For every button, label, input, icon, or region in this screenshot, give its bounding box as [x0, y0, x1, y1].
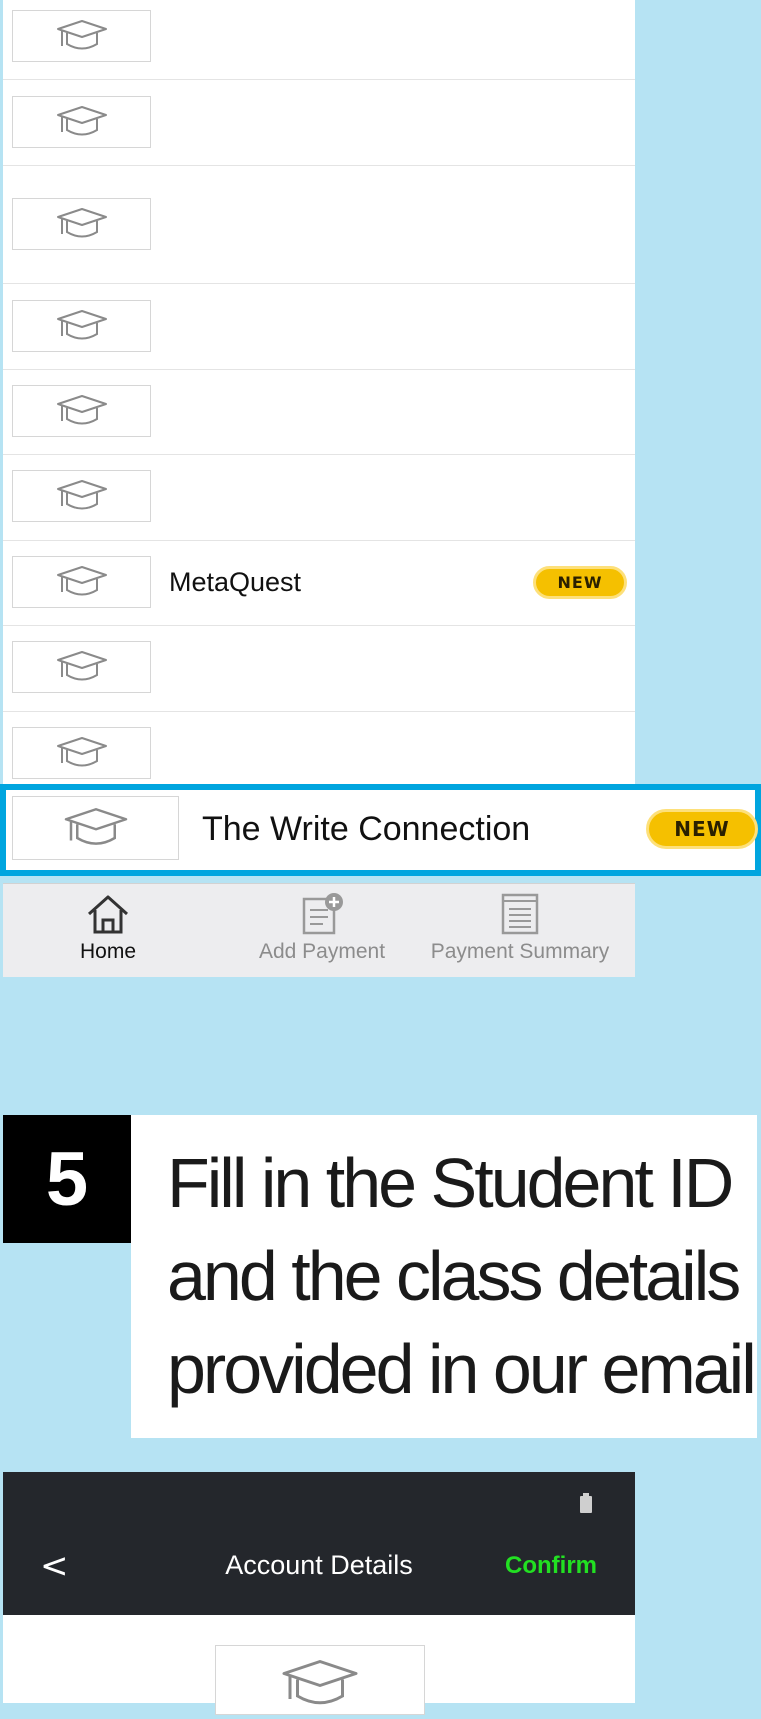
graduation-cap-icon: [54, 733, 110, 773]
confirm-button[interactable]: Confirm: [505, 1552, 597, 1580]
graduation-cap-icon: [54, 562, 110, 602]
school-logo: [12, 727, 151, 779]
graduation-cap-icon: [278, 1654, 362, 1714]
step-number: 5: [3, 1115, 131, 1243]
account-details-header: < Account Details Confirm: [3, 1472, 635, 1615]
school-name: MetaQuest: [169, 567, 302, 597]
school-logo: [12, 385, 151, 437]
school-logo: [12, 96, 151, 148]
school-logo: [12, 300, 151, 352]
graduation-cap-icon: [54, 647, 110, 687]
add-payment-icon: [299, 892, 345, 941]
school-row[interactable]: [3, 370, 635, 455]
new-badge: NEW: [646, 809, 758, 849]
school-row[interactable]: [3, 284, 635, 370]
school-row[interactable]: [3, 0, 635, 80]
bottom-tab-bar: Home Add Payment Payment Summary: [3, 883, 635, 977]
school-logo: [12, 641, 151, 693]
tab-payment-summary-label: Payment Summary: [430, 940, 610, 963]
school-name: The Write Connection: [202, 810, 531, 848]
payment-summary-icon: [499, 892, 541, 941]
graduation-cap-icon: [54, 391, 110, 431]
school-logo: [12, 556, 151, 608]
school-logo: [12, 198, 151, 250]
school-row[interactable]: [3, 166, 635, 284]
school-logo: [12, 10, 151, 62]
battery-icon: [579, 1493, 593, 1518]
school-row[interactable]: MetaQuest NEW: [3, 541, 635, 626]
step-line: Fill in the Student ID: [167, 1144, 734, 1222]
new-badge: NEW: [533, 566, 627, 599]
graduation-cap-icon: [54, 306, 110, 346]
school-row[interactable]: [3, 626, 635, 712]
step-line: and the class details: [167, 1237, 741, 1315]
graduation-cap-icon: [54, 16, 110, 56]
tab-payment-summary[interactable]: Payment Summary: [420, 884, 620, 978]
school-row[interactable]: [3, 455, 635, 541]
graduation-cap-icon: [54, 102, 110, 142]
school-list: MetaQuest NEW: [3, 0, 635, 804]
school-logo: [12, 796, 179, 860]
highlighted-school-row[interactable]: The Write Connection NEW: [0, 784, 761, 876]
school-logo: [12, 470, 151, 522]
step-line: provided in our email: [167, 1330, 757, 1408]
graduation-cap-icon: [54, 476, 110, 516]
home-icon: [85, 893, 131, 940]
tab-add-payment-label: Add Payment: [258, 940, 386, 963]
graduation-cap-icon: [61, 803, 131, 853]
tab-home[interactable]: Home: [43, 884, 173, 978]
school-logo: [215, 1645, 425, 1715]
account-details-body: [3, 1615, 635, 1715]
tab-add-payment[interactable]: Add Payment: [232, 884, 412, 978]
tab-home-label: Home: [79, 940, 137, 963]
school-row[interactable]: [3, 80, 635, 166]
graduation-cap-icon: [54, 204, 110, 244]
step-instruction: Fill in the Student ID and the class det…: [131, 1115, 757, 1438]
